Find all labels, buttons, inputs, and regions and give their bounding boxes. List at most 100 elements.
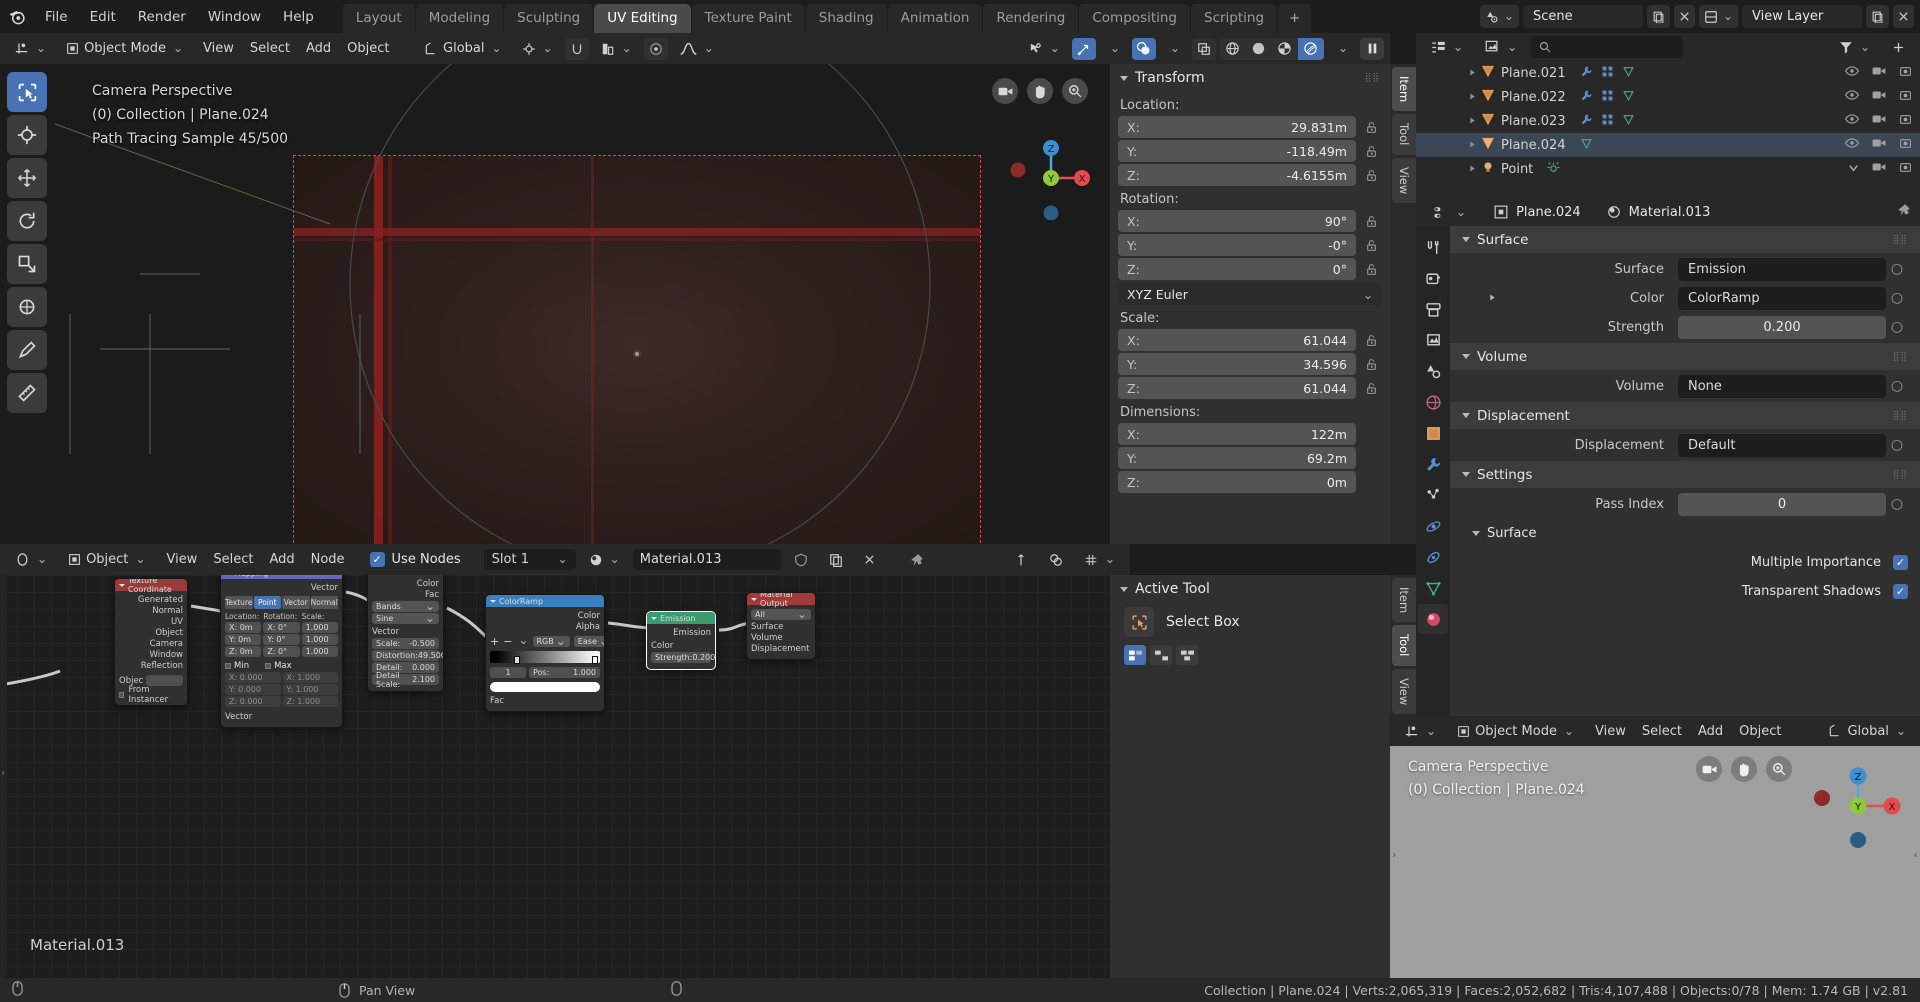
property-field-strength[interactable]: 0.200 — [1678, 315, 1886, 339]
colorramp-input-fac[interactable]: Fac — [490, 695, 600, 706]
outliner-disclosure-icon[interactable] — [1468, 66, 1477, 81]
tool-scale[interactable] — [7, 244, 47, 284]
new-scene-button[interactable] — [1646, 5, 1670, 28]
outliner-display-mode-selector[interactable] — [1477, 36, 1526, 58]
node-header[interactable]: Material Output — [747, 593, 815, 608]
add-workspace-button[interactable]: + — [1278, 4, 1312, 33]
workspace-tab-scripting[interactable]: Scripting — [1191, 4, 1278, 33]
location-field-z[interactable]: Z: -4.6155m — [1118, 164, 1356, 186]
outliner-disclosure-icon[interactable] — [1468, 138, 1477, 153]
property-link-button[interactable]: ○ — [1886, 378, 1908, 394]
use-nodes-checkbox[interactable]: ✓ — [369, 552, 385, 567]
mapping-value-field[interactable]: Y: 0m — [225, 634, 262, 645]
colorramp-remove-stop-icon[interactable]: − — [503, 635, 512, 648]
shader-type-selector[interactable]: Object — [60, 549, 154, 570]
outliner-row-plane-024[interactable]: Plane.024 — [1416, 133, 1920, 157]
pan-view-icon[interactable] — [1027, 78, 1053, 104]
checkbox-multiple-importance[interactable]: ✓ — [1893, 554, 1908, 570]
rotation-field-x[interactable]: X: 90° — [1118, 210, 1356, 232]
section-collapse-icon[interactable] — [1462, 354, 1470, 359]
matout-input-displacement[interactable]: Displacement — [751, 643, 811, 654]
navigation-gizmo[interactable]: Z Y X — [1006, 130, 1096, 221]
tool-move[interactable] — [7, 158, 47, 198]
workspace-tab-compositing[interactable]: Compositing — [1079, 4, 1190, 33]
secondary-menu-view[interactable]: View — [1587, 721, 1634, 742]
texcoord-output-generated[interactable]: Generated — [119, 594, 183, 605]
node-menu-node[interactable]: Node — [303, 549, 353, 570]
mapping-value-field[interactable]: X: 0m — [225, 622, 262, 633]
mapping-minmax-field[interactable]: X: 1.000 — [282, 672, 338, 683]
tab-scene[interactable] — [1418, 356, 1448, 386]
tab-modifiers[interactable] — [1418, 449, 1448, 479]
node-header[interactable]: ColorRamp — [486, 595, 604, 607]
expand-arrow-icon[interactable] — [1488, 291, 1497, 306]
mapping-minmax-field[interactable]: X: 0.000 — [225, 672, 281, 683]
secondary-open-toolbar-arrow-icon[interactable]: › — [1392, 848, 1396, 861]
secondary-menu-object[interactable]: Object — [1731, 721, 1789, 742]
scale-field-z[interactable]: Z: 61.044 — [1118, 377, 1356, 399]
viewport-3d[interactable]: Camera Perspective (0) Collection | Plan… — [0, 64, 1110, 544]
select-set-button[interactable] — [1124, 645, 1146, 665]
tool-transform[interactable] — [7, 287, 47, 327]
mapping-minmax-field[interactable]: Y: 0.000 — [225, 684, 281, 695]
mapping-value-field[interactable]: Y: 0° — [263, 634, 300, 645]
chevron-down-icon[interactable] — [1848, 162, 1859, 177]
editor-type-selector[interactable] — [6, 38, 55, 59]
menu-file[interactable]: File — [34, 6, 79, 28]
property-field-pass-index[interactable]: 0 — [1678, 492, 1886, 516]
secondary-zoom-view-icon[interactable] — [1766, 756, 1792, 782]
property-field-surface[interactable]: Emission — [1678, 257, 1886, 281]
menu-window[interactable]: Window — [197, 6, 272, 28]
scale-field-x[interactable]: X: 61.044 — [1118, 329, 1356, 351]
node-header[interactable]: Emission — [647, 612, 715, 624]
camera-restrict-icon[interactable] — [1872, 113, 1886, 129]
settings-sub-header[interactable]: Surface — [1450, 520, 1920, 546]
fake-user-toggle[interactable] — [786, 550, 816, 570]
object-mode-selector[interactable]: Object Mode — [58, 38, 192, 59]
mapping-value-field[interactable]: X: 0° — [263, 622, 300, 633]
colorramp-gradient[interactable] — [490, 651, 600, 664]
colorramp-tools-dropdown[interactable] — [516, 636, 528, 647]
rotation-lock-icon[interactable] — [1360, 234, 1382, 256]
tab-constraints[interactable] — [1418, 542, 1448, 572]
outliner-disclosure-icon[interactable] — [1468, 90, 1477, 105]
node-editor-canvas[interactable]: Texture Coordinate Generated Normal UV Obje… — [0, 575, 1130, 978]
mapping-min-checkbox[interactable] — [225, 663, 231, 669]
secondary-viewport-canvas[interactable]: Camera Perspective (0) Collection | Plan… — [1390, 746, 1920, 978]
dimensions-field-z[interactable]: Z: 0m — [1118, 471, 1356, 493]
colorramp-pos-field[interactable]: Pos: 1.000 — [529, 667, 600, 678]
eye-icon[interactable] — [1844, 89, 1860, 105]
breadcrumb-material-name[interactable]: Material.013 — [1629, 205, 1711, 220]
active-tool-current[interactable]: Select Box — [1110, 603, 1390, 641]
wave-field-scale[interactable]: Scale: -0.500 — [372, 638, 439, 649]
location-lock-icon[interactable] — [1360, 164, 1382, 186]
mapping-tab-point[interactable]: Point — [253, 596, 281, 609]
tool-measure[interactable] — [7, 373, 47, 413]
workspace-tab-uv-editing[interactable]: UV Editing — [594, 4, 691, 33]
material-slot-icon[interactable] — [1622, 65, 1635, 82]
node-snap-toggle[interactable] — [1006, 550, 1036, 570]
active-tool-header[interactable]: Active Tool — [1110, 575, 1390, 603]
mapping-tab-texture[interactable]: Texture — [225, 596, 253, 609]
location-field-y[interactable]: Y: -118.49m — [1118, 140, 1356, 162]
modifier-icon[interactable] — [1580, 65, 1593, 82]
scale-field-y[interactable]: Y: 34.596 — [1118, 353, 1356, 375]
node-sidebar-tab-view[interactable]: View — [1392, 668, 1416, 714]
eye-icon[interactable] — [1844, 113, 1860, 129]
rotation-lock-icon[interactable] — [1360, 210, 1382, 232]
node-emission[interactable]: Emission Emission Color Strength: 0.200 — [646, 611, 716, 670]
gizmo-options-dropdown[interactable] — [1100, 38, 1128, 59]
mapping-tab-normal[interactable]: Normal — [310, 596, 338, 609]
property-link-button[interactable]: ○ — [1886, 496, 1908, 512]
location-field-x[interactable]: X: 29.831m — [1118, 116, 1356, 138]
node-header[interactable]: Texture Coordinate — [115, 579, 187, 594]
tab-object-data[interactable] — [1418, 573, 1448, 603]
secondary-open-sidebar-arrow-icon[interactable]: ‹ — [1914, 848, 1918, 861]
material-preview-shading-button[interactable] — [1272, 38, 1298, 60]
mesh-icon[interactable] — [1601, 65, 1614, 82]
mapping-value-field[interactable]: 1.000 — [301, 622, 338, 633]
select-subtract-button[interactable] — [1176, 645, 1198, 665]
node-wave-texture[interactable]: Wave Texture ColorFac BandsSine Vector S… — [367, 575, 444, 692]
mapping-input-vector[interactable]: Vector — [225, 711, 338, 722]
outliner-search-input[interactable] — [1531, 36, 1684, 58]
